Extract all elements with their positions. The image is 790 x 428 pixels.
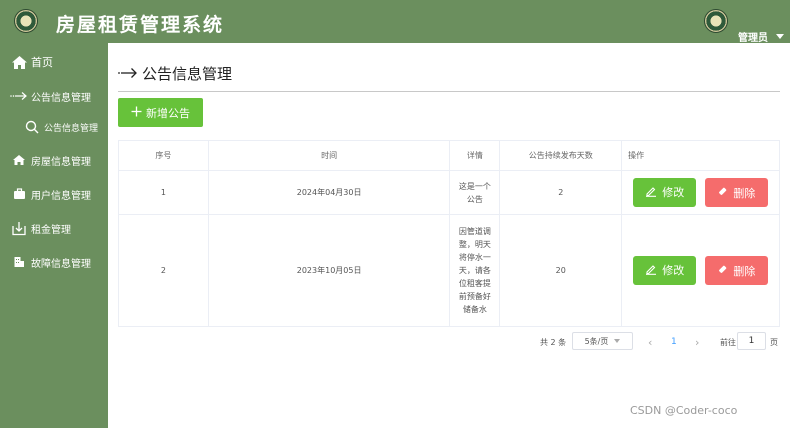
arrow-right-icon xyxy=(10,88,28,104)
cell-days: 20 xyxy=(499,214,623,327)
plus-icon xyxy=(131,106,142,120)
home-icon xyxy=(10,54,28,70)
detail-line: 公告 xyxy=(466,194,483,204)
sidebar-item-fault[interactable]: 故障信息管理 xyxy=(10,251,118,273)
sidebar-item-house[interactable]: 房屋信息管理 xyxy=(10,149,118,171)
cell-days: 2 xyxy=(499,170,623,215)
detail-line: 位租客提 xyxy=(458,279,491,288)
page-size-select[interactable]: 5条/页 xyxy=(572,332,633,350)
prev-page-button[interactable]: ‹ xyxy=(648,334,652,350)
download-box-icon xyxy=(10,220,28,236)
add-notice-label: 新增公告 xyxy=(146,106,190,120)
chevron-down-icon xyxy=(614,339,621,343)
edit-icon xyxy=(645,185,657,200)
sidebar-item-label: 故障信息管理 xyxy=(31,258,91,270)
add-notice-button[interactable]: 新增公告 xyxy=(118,98,203,127)
main-content: 公告信息管理 新增公告 序号 时间 详情 公告持续发布天数 操作 1 2024年… xyxy=(108,43,790,428)
delete-label: 删除 xyxy=(733,264,756,278)
page-title: 公告信息管理 xyxy=(118,63,232,84)
cell-detail: 因管道调 整，明天 将停水一 天，请各 位租客提 前预备好 储备水 xyxy=(449,214,501,327)
cell-time: 2024年04月30日 xyxy=(207,170,451,215)
column-header-actions: 操作 xyxy=(621,140,780,171)
sidebar-item-label: 公告信息管理 xyxy=(31,92,91,104)
column-header-index: 序号 xyxy=(118,140,209,171)
sidebar-item-label: 公告信息管理 xyxy=(44,123,99,134)
pagination-total: 共 2 条 xyxy=(540,337,567,347)
briefcase-icon xyxy=(10,186,28,202)
watermark: CSDN @Coder-coco xyxy=(630,404,738,417)
detail-line: 天，请各 xyxy=(458,266,491,275)
house-icon xyxy=(10,152,28,168)
goto-prefix: 前往 xyxy=(720,337,736,347)
cell-time: 2023年10月05日 xyxy=(207,214,451,327)
sidebar-item-rent[interactable]: 租金管理 xyxy=(10,217,118,239)
table-header-row: 序号 时间 详情 公告持续发布天数 操作 xyxy=(118,140,780,171)
search-icon xyxy=(23,119,41,135)
detail-line: 整，明天 xyxy=(458,240,491,249)
sidebar-item-user[interactable]: 用户信息管理 xyxy=(10,183,118,205)
sidebar-item-label: 房屋信息管理 xyxy=(31,156,91,168)
notice-table: 序号 时间 详情 公告持续发布天数 操作 1 2024年04月30日 这是一个 … xyxy=(118,140,780,327)
next-page-button[interactable]: › xyxy=(695,334,699,350)
eraser-icon xyxy=(717,264,728,278)
edit-button[interactable]: 修改 xyxy=(633,177,697,207)
building-icon xyxy=(10,254,28,270)
top-header: 房屋租赁管理系统 管理员 xyxy=(0,0,790,44)
table-row: 2 2023年10月05日 因管道调 整，明天 将停水一 天，请各 位租客提 前… xyxy=(118,214,780,327)
delete-label: 删除 xyxy=(733,186,756,200)
cell-index: 2 xyxy=(118,214,209,327)
cell-actions: 修改 删除 xyxy=(621,170,780,215)
column-header-time: 时间 xyxy=(207,140,451,171)
sidebar-item-home[interactable]: 首页 xyxy=(10,51,118,73)
eraser-icon xyxy=(717,186,728,200)
edit-button[interactable]: 修改 xyxy=(633,255,697,285)
table-row: 1 2024年04月30日 这是一个 公告 2 修改 删除 xyxy=(118,170,780,215)
sidebar-item-notice-group[interactable]: 公告信息管理 xyxy=(10,85,118,107)
sidebar-item-label: 首页 xyxy=(31,56,53,69)
app-title: 房屋租赁管理系统 xyxy=(56,14,225,36)
goto-page-input[interactable] xyxy=(737,332,766,350)
cell-detail: 这是一个 公告 xyxy=(449,170,501,215)
detail-line: 储备水 xyxy=(462,305,487,314)
caret-down-icon xyxy=(776,34,784,39)
logo-icon xyxy=(14,9,38,33)
cell-index: 1 xyxy=(118,170,209,215)
delete-button[interactable]: 删除 xyxy=(704,256,768,286)
sidebar: 首页 公告信息管理 公告信息管理 房屋信息管理 用户信息管理 租金管理 故障信息… xyxy=(0,43,108,428)
detail-line: 将停水一 xyxy=(458,253,491,262)
edit-icon xyxy=(645,263,657,278)
detail-line: 前预备好 xyxy=(458,292,491,301)
edit-label: 修改 xyxy=(662,186,685,200)
delete-button[interactable]: 删除 xyxy=(704,178,768,208)
goto-suffix: 页 xyxy=(770,337,778,347)
page-size-value: 5条/页 xyxy=(584,336,609,346)
user-menu[interactable]: 管理员 xyxy=(738,29,784,44)
sidebar-item-label: 用户信息管理 xyxy=(31,190,91,202)
edit-label: 修改 xyxy=(662,264,685,278)
sidebar-item-label: 租金管理 xyxy=(31,224,71,236)
page-number-1[interactable]: 1 xyxy=(671,334,677,350)
title-divider xyxy=(118,91,780,92)
column-header-days: 公告持续发布天数 xyxy=(499,140,623,171)
cell-actions: 修改 删除 xyxy=(621,214,780,327)
page-title-text: 公告信息管理 xyxy=(142,65,233,83)
arrow-right-icon xyxy=(118,65,138,83)
user-name: 管理员 xyxy=(738,33,768,44)
column-header-detail: 详情 xyxy=(449,140,501,171)
avatar[interactable] xyxy=(704,9,728,33)
detail-line: 因管道调 xyxy=(458,227,491,236)
detail-line: 这是一个 xyxy=(458,181,491,191)
